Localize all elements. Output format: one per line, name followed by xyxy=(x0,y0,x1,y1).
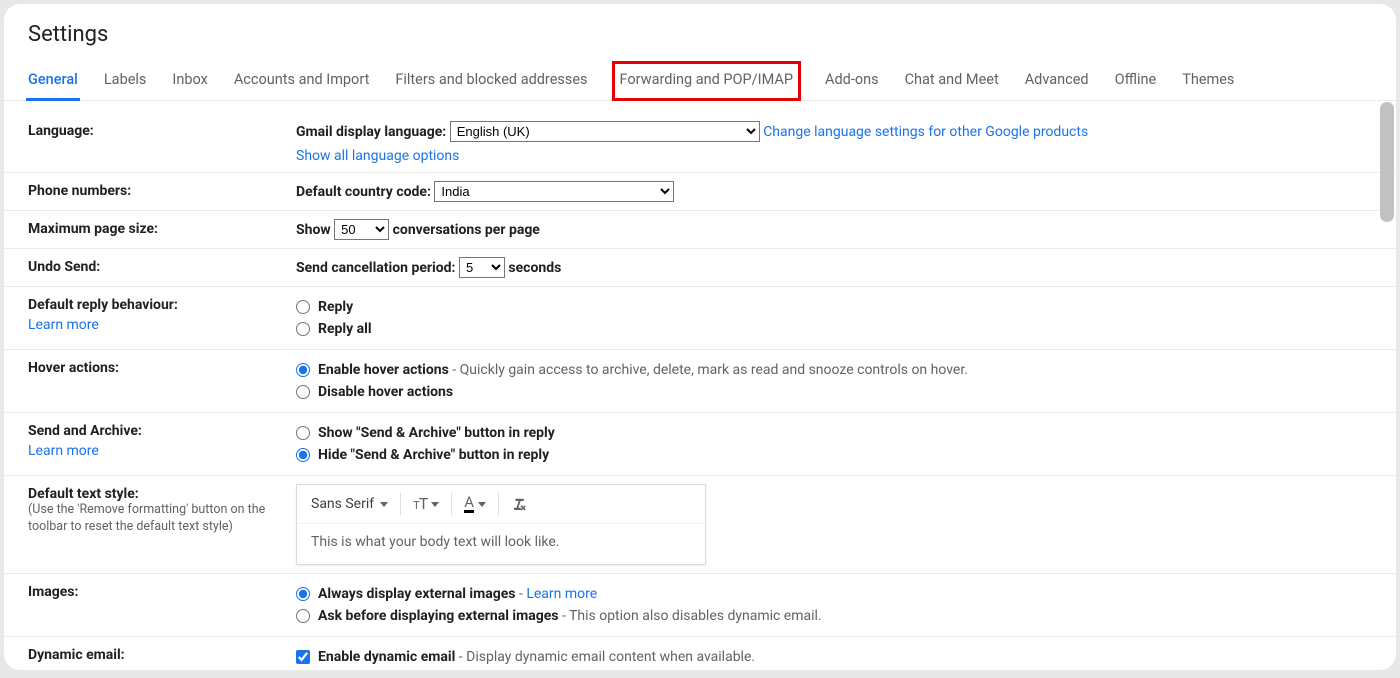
tab-advanced[interactable]: Advanced xyxy=(1023,61,1091,101)
caret-down-icon xyxy=(478,502,486,507)
images-learn-more[interactable]: Learn more xyxy=(526,586,597,602)
settings-panel: Settings General Labels Inbox Accounts a… xyxy=(4,4,1396,670)
row-text-style: Default text style: (Use the 'Remove for… xyxy=(4,476,1396,574)
send-archive-learn-more[interactable]: Learn more xyxy=(28,443,296,459)
text-style-subtext: (Use the 'Remove formatting' button on t… xyxy=(28,502,296,536)
row-phone: Phone numbers: Default country code: Ind… xyxy=(4,173,1396,211)
send-archive-hide-radio[interactable] xyxy=(296,448,310,462)
tab-chat-meet[interactable]: Chat and Meet xyxy=(903,61,1001,101)
hover-enable-label: Enable hover actions xyxy=(318,362,449,378)
reply-all-radio[interactable] xyxy=(296,322,310,336)
images-always-radio[interactable] xyxy=(296,587,310,601)
images-ask-radio[interactable] xyxy=(296,609,310,623)
tab-addons[interactable]: Add-ons xyxy=(823,61,881,101)
show-all-languages-link[interactable]: Show all language options xyxy=(296,148,459,164)
reply-option-reply: Reply xyxy=(318,297,353,317)
send-archive-show-radio[interactable] xyxy=(296,426,310,440)
images-content: Always display external images - Learn m… xyxy=(296,582,1372,628)
text-color-icon: A xyxy=(464,495,474,513)
page-size-label: Maximum page size: xyxy=(28,219,296,240)
images-always-label: Always display external images xyxy=(318,586,515,602)
settings-tabs: General Labels Inbox Accounts and Import… xyxy=(4,61,1396,101)
display-language-select[interactable]: English (UK) xyxy=(450,121,760,142)
hover-enable-radio[interactable] xyxy=(296,363,310,377)
row-hover: Hover actions: Enable hover actions - Qu… xyxy=(4,350,1396,413)
tab-filters-blocked[interactable]: Filters and blocked addresses xyxy=(393,61,589,101)
text-style-box: Sans Serif TT A xyxy=(296,484,706,565)
page-title: Settings xyxy=(4,4,1396,61)
row-images: Images: Always display external images -… xyxy=(4,574,1396,637)
hover-disable-radio[interactable] xyxy=(296,385,310,399)
dynamic-enable-label: Enable dynamic email xyxy=(318,649,455,665)
scrollbar-thumb[interactable] xyxy=(1380,102,1394,222)
undo-send-select[interactable]: 5 xyxy=(459,257,505,278)
tab-accounts-import[interactable]: Accounts and Import xyxy=(232,61,371,101)
phone-label: Phone numbers: xyxy=(28,181,296,202)
send-archive-content: Show "Send & Archive" button in reply Hi… xyxy=(296,421,1372,467)
undo-send-label: Undo Send: xyxy=(28,257,296,278)
page-size-prefix: Show xyxy=(296,222,331,238)
tab-offline[interactable]: Offline xyxy=(1113,61,1159,101)
row-language: Language: Gmail display language: Englis… xyxy=(4,113,1396,173)
text-style-preview: This is what your body text will look li… xyxy=(297,524,705,564)
page-size-content: Show 50 conversations per page xyxy=(296,219,1372,240)
text-color-button[interactable]: A xyxy=(464,495,486,513)
images-label: Images: xyxy=(28,582,296,628)
tab-labels[interactable]: Labels xyxy=(102,61,149,101)
tab-forwarding-pop-imap[interactable]: Forwarding and POP/IMAP xyxy=(612,61,801,101)
images-ask-desc: - This option also disables dynamic emai… xyxy=(562,608,822,624)
send-archive-hide-label: Hide "Send & Archive" button in reply xyxy=(318,445,549,465)
reply-option-replyall: Reply all xyxy=(318,319,372,339)
page-size-suffix: conversations per page xyxy=(393,222,540,238)
remove-formatting-icon xyxy=(511,495,529,513)
reply-learn-more[interactable]: Learn more xyxy=(28,317,296,333)
remove-formatting-button[interactable] xyxy=(511,495,529,513)
row-undo-send: Undo Send: Send cancellation period: 5 s… xyxy=(4,249,1396,287)
row-dynamic-email: Dynamic email: Learn more Enable dynamic… xyxy=(4,637,1396,667)
tab-inbox[interactable]: Inbox xyxy=(170,61,209,101)
reply-radio[interactable] xyxy=(296,300,310,314)
reply-content: Reply Reply all xyxy=(296,295,1372,341)
language-content: Gmail display language: English (UK) Cha… xyxy=(296,121,1372,164)
hover-enable-desc: - Quickly gain access to archive, delete… xyxy=(452,362,968,378)
row-send-archive: Send and Archive: Learn more Show "Send … xyxy=(4,413,1396,476)
undo-send-prefix: Send cancellation period: xyxy=(296,260,455,276)
font-size-button[interactable]: TT xyxy=(413,496,439,512)
hover-content: Enable hover actions - Quickly gain acce… xyxy=(296,358,1372,404)
send-archive-show-label: Show "Send & Archive" button in reply xyxy=(318,423,555,443)
dynamic-enable-checkbox[interactable] xyxy=(296,650,310,664)
tab-general[interactable]: General xyxy=(26,61,80,101)
images-ask-label: Ask before displaying external images xyxy=(318,608,558,624)
display-language-label: Gmail display language: xyxy=(296,124,446,140)
dynamic-content: Enable dynamic email - Display dynamic e… xyxy=(296,645,1372,667)
other-products-link[interactable]: Change language settings for other Googl… xyxy=(763,124,1088,140)
hover-label: Hover actions: xyxy=(28,358,296,404)
settings-content: Language: Gmail display language: Englis… xyxy=(4,101,1396,667)
text-size-icon: TT xyxy=(413,496,427,512)
dynamic-enable-desc: - Display dynamic email content when ava… xyxy=(459,649,755,665)
row-reply: Default reply behaviour: Learn more Repl… xyxy=(4,287,1396,350)
send-archive-label: Send and Archive: Learn more xyxy=(28,421,296,467)
text-style-toolbar: Sans Serif TT A xyxy=(297,485,705,524)
tab-themes[interactable]: Themes xyxy=(1180,61,1236,101)
dynamic-label: Dynamic email: Learn more xyxy=(28,645,296,667)
text-style-label: Default text style: (Use the 'Remove for… xyxy=(28,484,296,565)
phone-content: Default country code: India xyxy=(296,181,1372,202)
font-family-select[interactable]: Sans Serif xyxy=(311,496,388,512)
undo-send-suffix: seconds xyxy=(508,260,561,276)
row-page-size: Maximum page size: Show 50 conversations… xyxy=(4,211,1396,249)
country-code-label: Default country code: xyxy=(296,184,431,200)
hover-disable-label: Disable hover actions xyxy=(318,382,453,402)
reply-label: Default reply behaviour: Learn more xyxy=(28,295,296,341)
country-code-select[interactable]: India xyxy=(434,181,674,202)
language-label: Language: xyxy=(28,121,296,164)
text-style-content: Sans Serif TT A xyxy=(296,484,1372,565)
caret-down-icon xyxy=(380,502,388,507)
page-size-select[interactable]: 50 xyxy=(334,219,389,240)
caret-down-icon xyxy=(431,502,439,507)
undo-send-content: Send cancellation period: 5 seconds xyxy=(296,257,1372,278)
